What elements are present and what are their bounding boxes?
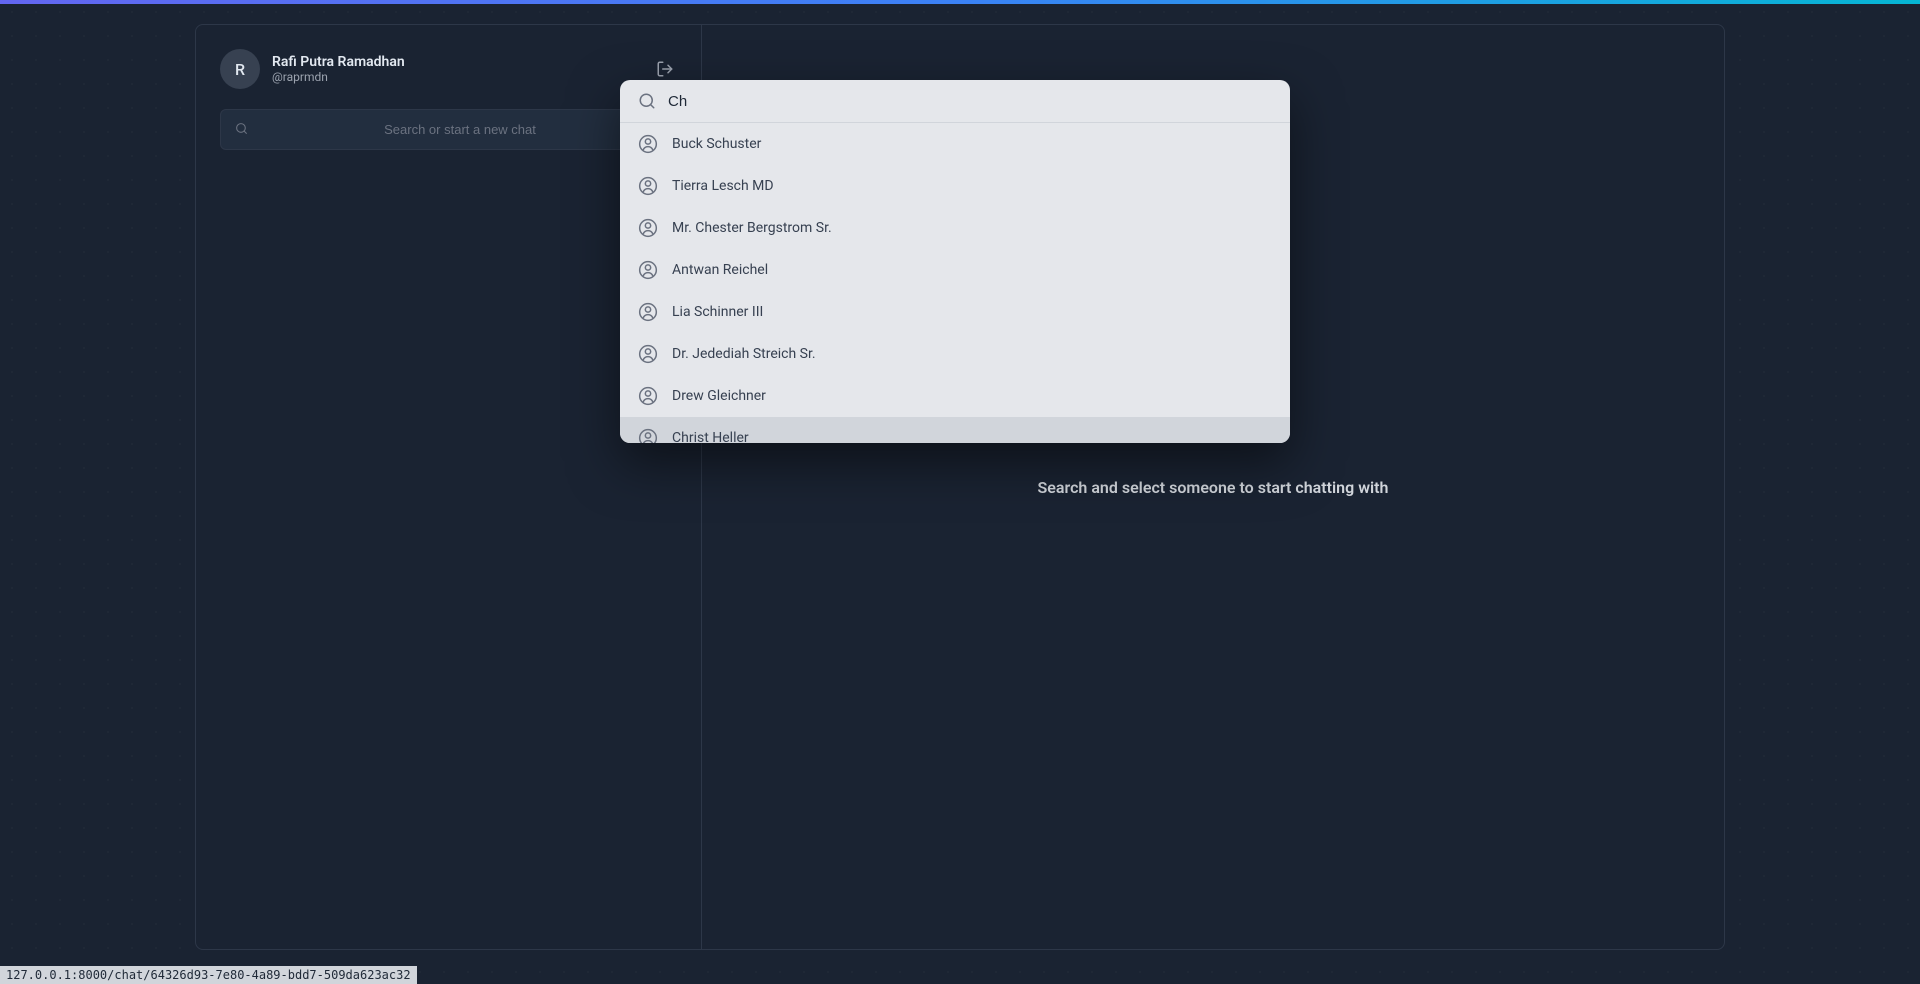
result-item-label: Drew Gleichner: [672, 388, 766, 404]
result-item-label: Dr. Jedediah Streich Sr.: [672, 346, 816, 362]
sidebar-search-input[interactable]: [258, 122, 662, 137]
result-item[interactable]: Christ Heller: [620, 417, 1290, 443]
result-item-label: Lia Schinner III: [672, 304, 763, 320]
user-circle-icon: [638, 302, 658, 322]
user-text: Rafi Putra Ramadhan @raprmdn: [272, 54, 405, 84]
modal-search-row: [620, 80, 1290, 123]
user-header: R Rafi Putra Ramadhan @raprmdn: [220, 49, 677, 89]
avatar: R: [220, 49, 260, 89]
user-circle-icon: [638, 428, 658, 443]
result-item-label: Antwan Reichel: [672, 262, 768, 278]
avatar-initial: R: [235, 60, 245, 79]
user-circle-icon: [638, 260, 658, 280]
result-item-label: Tierra Lesch MD: [672, 178, 774, 194]
user-circle-icon: [638, 218, 658, 238]
result-item-label: Christ Heller: [672, 430, 749, 443]
search-modal: Buck Schuster Tierra Lesch MD Mr. Chester …: [620, 80, 1290, 443]
result-item[interactable]: Antwan Reichel: [620, 249, 1290, 291]
search-icon: [638, 92, 656, 110]
result-item[interactable]: Buck Schuster: [620, 123, 1290, 165]
result-item-label: Mr. Chester Bergstrom Sr.: [672, 220, 832, 236]
user-name: Rafi Putra Ramadhan: [272, 54, 405, 70]
sidebar-search[interactable]: [220, 109, 677, 150]
result-item-label: Buck Schuster: [672, 136, 761, 152]
result-item[interactable]: Drew Gleichner: [620, 375, 1290, 417]
result-item[interactable]: Lia Schinner III: [620, 291, 1290, 333]
search-icon: [235, 120, 248, 139]
results-list[interactable]: Buck Schuster Tierra Lesch MD Mr. Chester …: [620, 123, 1290, 443]
logout-button[interactable]: [653, 57, 677, 81]
user-circle-icon: [638, 134, 658, 154]
logout-icon: [656, 60, 674, 78]
browser-status-bar: 127.0.0.1:8000/chat/64326d93-7e80-4a89-b…: [0, 966, 417, 984]
status-bar-text: 127.0.0.1:8000/chat/64326d93-7e80-4a89-b…: [6, 968, 411, 982]
modal-search-input[interactable]: [668, 93, 1272, 110]
user-circle-icon: [638, 176, 658, 196]
result-item[interactable]: Mr. Chester Bergstrom Sr.: [620, 207, 1290, 249]
user-info: R Rafi Putra Ramadhan @raprmdn: [220, 49, 405, 89]
result-item[interactable]: Tierra Lesch MD: [620, 165, 1290, 207]
empty-state-text: Search and select someone to start chatt…: [1038, 478, 1389, 497]
result-item[interactable]: Dr. Jedediah Streich Sr.: [620, 333, 1290, 375]
user-circle-icon: [638, 386, 658, 406]
user-circle-icon: [638, 344, 658, 364]
user-handle: @raprmdn: [272, 70, 405, 84]
